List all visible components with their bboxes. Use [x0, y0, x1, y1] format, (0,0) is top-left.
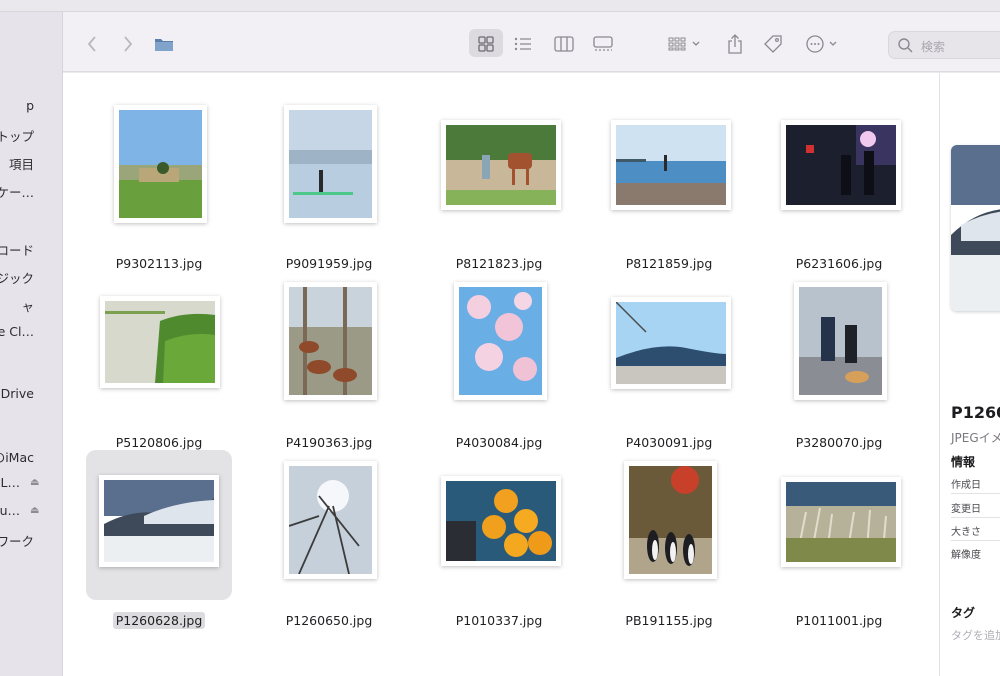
preview-row-size: 大きさ — [951, 527, 981, 538]
preview-image — [951, 145, 1000, 311]
file-name: P1260628.jpg — [74, 612, 244, 629]
thumbnail — [114, 105, 207, 223]
search-input[interactable]: 検索 — [888, 31, 1000, 59]
sidebar-item-volume-2[interactable]: tu… — [0, 503, 20, 518]
preview-tags-heading: タグ — [951, 606, 976, 620]
thumbnail — [611, 120, 731, 210]
thumbnail — [284, 461, 377, 579]
sidebar-item-downloads[interactable]: ロード — [0, 240, 34, 259]
file-name: P9091959.jpg — [285, 256, 373, 271]
forward-button[interactable] — [117, 30, 139, 58]
tag-icon[interactable] — [760, 30, 786, 58]
gallery-view-button[interactable] — [587, 30, 619, 58]
file-name: P1011001.jpg — [795, 613, 883, 628]
sidebar-item-applications[interactable]: ケー… — [0, 182, 34, 201]
thumbnail — [441, 476, 561, 566]
search-icon — [898, 38, 913, 53]
sidebar-item-volume-1[interactable]: L… — [1, 475, 20, 490]
file-item[interactable]: P1011001.jpg — [766, 450, 912, 628]
file-name: P9302113.jpg — [115, 256, 203, 271]
preview-row-resolution: 解像度 — [951, 550, 981, 561]
preview-row-created: 作成日 — [951, 480, 981, 491]
sidebar-item-photos[interactable]: ャ — [21, 296, 34, 315]
file-item[interactable]: P8121859.jpg — [596, 93, 742, 271]
sidebar: p トップ 項目 ケー… ロード ジック ャ ve Cl… Drive のiMa… — [0, 12, 63, 676]
file-name: P1260650.jpg — [285, 613, 373, 628]
column-view-button[interactable] — [548, 30, 580, 58]
file-item[interactable]: P9091959.jpg — [256, 93, 402, 271]
thumbnail — [100, 296, 220, 388]
thumbnail — [284, 282, 377, 400]
file-name: P4030084.jpg — [455, 435, 543, 450]
group-by-button[interactable] — [665, 30, 705, 58]
thumbnail — [454, 282, 547, 400]
thumbnail — [781, 477, 901, 567]
icon-view-button[interactable] — [469, 30, 503, 58]
file-name: P8121859.jpg — [625, 256, 713, 271]
thumbnail — [284, 105, 377, 223]
file-item[interactable]: P4190363.jpg — [256, 272, 402, 450]
file-name: P4190363.jpg — [285, 435, 373, 450]
thumbnail — [781, 120, 901, 210]
file-item[interactable]: P1010337.jpg — [426, 450, 572, 628]
divider — [951, 517, 1000, 518]
file-name: P5120806.jpg — [115, 435, 203, 450]
file-item[interactable]: P1260650.jpg — [256, 450, 402, 628]
thumbnail — [794, 282, 887, 400]
file-name: PB191155.jpg — [625, 613, 713, 628]
thumbnail — [441, 120, 561, 210]
folder-icon — [151, 30, 177, 58]
preview-title: P12606 — [951, 403, 1000, 422]
sidebar-item-recents[interactable]: 項目 — [9, 154, 34, 173]
divider — [951, 540, 1000, 541]
search-placeholder: 検索 — [921, 40, 946, 54]
file-name: P1010337.jpg — [455, 613, 543, 628]
file-item[interactable]: P9302113.jpg — [86, 93, 232, 271]
sidebar-item-music[interactable]: ジック — [0, 268, 34, 287]
file-item[interactable]: P5120806.jpg — [86, 272, 232, 450]
list-view-button[interactable] — [507, 30, 539, 58]
file-grid: P9302113.jpg P9091959.jpg P8121823.jpg P… — [63, 73, 939, 676]
preview-info-heading: 情報 — [951, 455, 976, 469]
sidebar-item-imac[interactable]: のiMac — [0, 447, 34, 466]
eject-icon[interactable]: ⏏ — [30, 505, 39, 516]
sidebar-item[interactable]: p — [26, 98, 34, 113]
preview-kind: JPEGイメ — [951, 431, 1000, 445]
thumbnail — [99, 475, 219, 567]
file-name: P6231606.jpg — [795, 256, 883, 271]
more-actions-button[interactable] — [803, 30, 843, 58]
window-top-edge — [0, 0, 1000, 12]
preview-row-modified: 変更日 — [951, 504, 981, 515]
back-button[interactable] — [81, 30, 103, 58]
file-name: P3280070.jpg — [795, 435, 883, 450]
preview-panel: P12606 JPEGイメ 情報 作成日 変更日 大きさ 解像度 タグ タグを追… — [939, 73, 1000, 676]
file-name: P8121823.jpg — [455, 256, 543, 271]
file-name: P4030091.jpg — [625, 435, 713, 450]
add-tags-field[interactable]: タグを追加 — [951, 627, 1000, 643]
file-item[interactable]: P4030084.jpg — [426, 272, 572, 450]
sidebar-item-creative-cloud[interactable]: ve Cl… — [0, 324, 34, 339]
file-item[interactable]: P3280070.jpg — [766, 272, 912, 450]
file-item[interactable]: PB191155.jpg — [596, 450, 742, 628]
file-item[interactable]: P4030091.jpg — [596, 272, 742, 450]
thumbnail — [624, 461, 717, 579]
sidebar-item-network[interactable]: ワーク — [0, 531, 34, 550]
sidebar-item-desktop[interactable]: トップ — [0, 126, 34, 145]
file-item-selected[interactable]: P1260628.jpg — [86, 450, 232, 629]
file-item[interactable]: P8121823.jpg — [426, 93, 572, 271]
share-icon[interactable] — [723, 30, 747, 58]
sidebar-item-icloud-drive[interactable]: Drive — [1, 386, 34, 401]
toolbar: 検索 — [63, 12, 1000, 72]
thumbnail — [611, 297, 731, 389]
eject-icon[interactable]: ⏏ — [30, 477, 39, 488]
divider — [951, 493, 1000, 494]
file-item[interactable]: P6231606.jpg — [766, 93, 912, 271]
